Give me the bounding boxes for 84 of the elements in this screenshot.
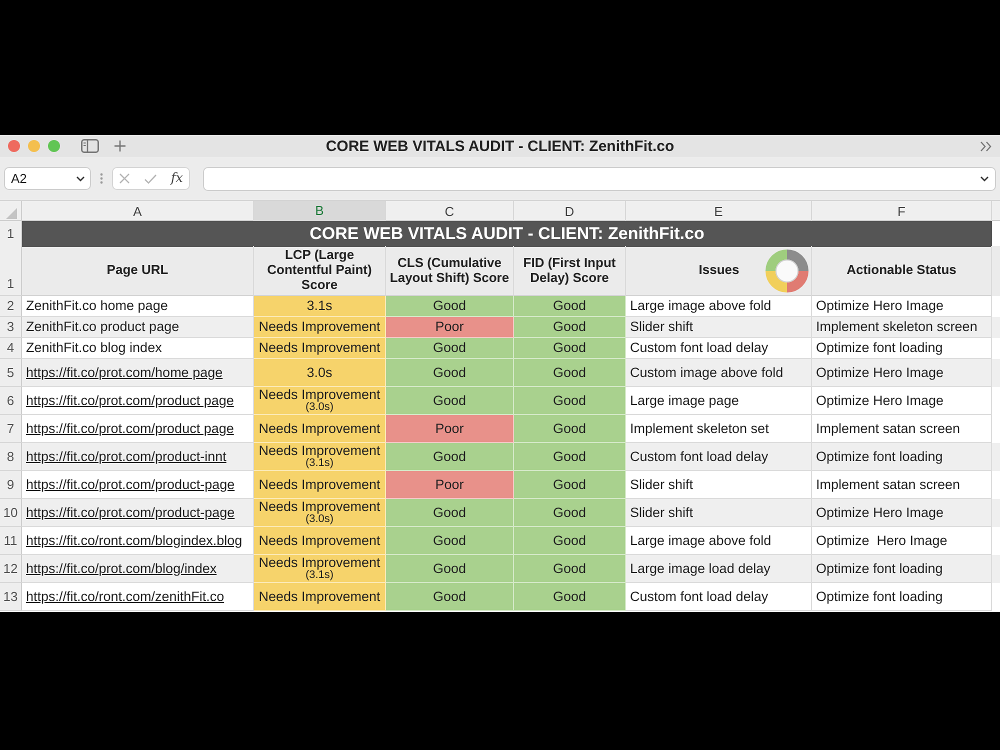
- score-cell: Good: [514, 471, 626, 499]
- score-label: Needs Improvement: [258, 444, 380, 458]
- row-number[interactable]: 13: [0, 583, 22, 611]
- score-cell: Good: [386, 527, 514, 555]
- row-number[interactable]: 6: [0, 387, 22, 415]
- score-cell: Good: [514, 443, 626, 471]
- row-number[interactable]: 9: [0, 471, 22, 499]
- score-cell: Needs Improvement: [254, 471, 386, 499]
- score-note: (3.0s): [305, 402, 334, 414]
- plus-icon[interactable]: [114, 140, 126, 152]
- score-cell: Poor: [386, 471, 514, 499]
- score-cell: Good: [386, 359, 514, 387]
- header-label: Issues: [698, 263, 740, 278]
- check-icon[interactable]: [144, 174, 157, 184]
- url-link[interactable]: https://fit.co/prot.com/product-page: [26, 506, 235, 520]
- window-title: CORE WEB VITALS AUDIT - CLIENT: ZenithFit.co: [326, 138, 674, 154]
- score-cell: Good: [386, 499, 514, 527]
- url-link[interactable]: https://fit.co/ront.com/zenithFit.co: [26, 590, 224, 604]
- row-number[interactable]: 2: [0, 296, 22, 317]
- score-cell: Needs Improvement: [254, 415, 386, 443]
- cancel-icon[interactable]: [119, 173, 130, 184]
- score-note: (3.1s): [305, 570, 334, 582]
- chevron-down-icon[interactable]: [76, 176, 85, 182]
- score-cell: Needs Improvement: [254, 338, 386, 359]
- score-cell: Good: [386, 583, 514, 611]
- drag-handle-icon[interactable]: [100, 173, 103, 184]
- score-cell: Good: [514, 387, 626, 415]
- row-number[interactable]: 1: [0, 246, 22, 296]
- score-note: (3.0s): [305, 514, 334, 526]
- row-number[interactable]: 7: [0, 415, 22, 443]
- row-number[interactable]: 8: [0, 443, 22, 471]
- url-link[interactable]: https://fit.co/prot.com/product page: [26, 422, 234, 436]
- row-number[interactable]: 3: [0, 317, 22, 338]
- score-label: Needs Improvement: [258, 388, 380, 402]
- sheet-title: CORE WEB VITALS AUDIT - CLIENT: ZenithFit.co: [22, 221, 992, 246]
- table-cell: Custom font load delay: [626, 583, 812, 611]
- score-cell: Needs Improvement: [254, 527, 386, 555]
- url-link[interactable]: https://fit.co/prot.com/product page: [26, 394, 234, 408]
- score-cell: Good: [514, 296, 626, 317]
- url-link[interactable]: https://fit.co/prot.com/product-page: [26, 478, 235, 492]
- url-link[interactable]: https://fit.co/ront.com/blogindex.blog: [26, 534, 242, 548]
- score-cell: Good: [386, 338, 514, 359]
- score-cell: Good: [514, 359, 626, 387]
- chevron-down-icon[interactable]: [980, 176, 989, 182]
- score-cell: Needs Improvement: [254, 583, 386, 611]
- score-label: Needs Improvement: [258, 500, 380, 514]
- score-note: (3.1s): [305, 458, 334, 470]
- score-cell: Good: [514, 338, 626, 359]
- score-cell: Good: [514, 317, 626, 338]
- name-box[interactable]: A2: [4, 167, 91, 190]
- double-chevron-icon[interactable]: [980, 140, 992, 152]
- score-cell: Poor: [386, 317, 514, 338]
- score-label: Needs Improvement: [258, 556, 380, 570]
- formula-input[interactable]: [203, 166, 996, 190]
- score-cell: 3.0s: [254, 359, 386, 387]
- score-cell: Good: [386, 296, 514, 317]
- score-cell: Good: [386, 555, 514, 583]
- maximize-icon[interactable]: [48, 140, 60, 152]
- row-number[interactable]: 10: [0, 499, 22, 527]
- score-cell: Good: [514, 583, 626, 611]
- score-cell: 3.1s: [254, 296, 386, 317]
- url-link[interactable]: https://fit.co/prot.com/blog/index: [26, 562, 217, 576]
- minimize-icon[interactable]: [28, 140, 40, 152]
- row-number[interactable]: 5: [0, 359, 22, 387]
- score-cell: Good: [386, 443, 514, 471]
- score-cell: Good: [386, 387, 514, 415]
- url-link[interactable]: https://fit.co/prot.com/product-innt: [26, 450, 226, 464]
- close-icon[interactable]: [8, 140, 20, 152]
- score-cell: Good: [514, 415, 626, 443]
- sidebar-icon[interactable]: [81, 139, 99, 153]
- select-all-icon[interactable]: [6, 208, 17, 218]
- row-number[interactable]: 11: [0, 527, 22, 555]
- score-cell: Poor: [386, 415, 514, 443]
- row-number[interactable]: 12: [0, 555, 22, 583]
- row-number[interactable]: 4: [0, 338, 22, 359]
- table-cell: Optimize font loading: [812, 583, 992, 611]
- score-cell: Good: [514, 527, 626, 555]
- score-cell: Good: [514, 499, 626, 527]
- column-header[interactable]: B: [254, 201, 386, 222]
- row-number[interactable]: 1: [0, 221, 22, 246]
- url-link[interactable]: https://fit.co/prot.com/home page: [26, 366, 223, 380]
- score-cell: Good: [514, 555, 626, 583]
- function-button[interactable]: fx: [170, 172, 183, 185]
- score-cell: Needs Improvement: [254, 317, 386, 338]
